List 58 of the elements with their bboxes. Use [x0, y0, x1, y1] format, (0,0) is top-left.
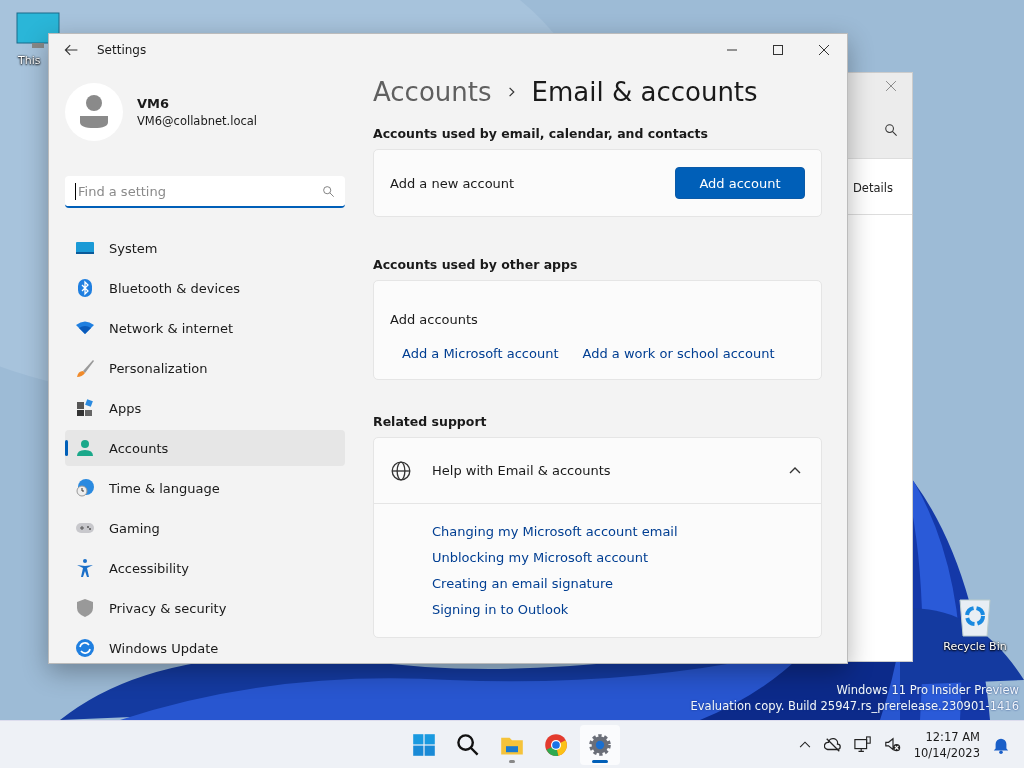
close-icon: [818, 44, 830, 56]
refresh-icon: [75, 638, 95, 658]
section-heading: Related support: [373, 414, 488, 429]
windows-logo-icon: [412, 733, 436, 757]
nav-item[interactable]: System: [65, 230, 345, 266]
globe-icon: [390, 459, 412, 482]
row-label: Add accounts: [390, 312, 478, 327]
nav-item[interactable]: Privacy & security: [65, 590, 345, 626]
apps-icon: [75, 398, 95, 418]
add-account-button[interactable]: Add account: [675, 167, 805, 199]
user-email: VM6@collabnet.local: [137, 114, 258, 128]
nav-item[interactable]: Accounts: [65, 430, 345, 466]
taskbar-button[interactable]: [580, 725, 620, 765]
nav-item[interactable]: Gaming: [65, 510, 345, 546]
help-link[interactable]: Changing my Microsoft account email: [432, 524, 821, 539]
desktop-icon-label: This: [18, 54, 41, 67]
search-icon: [322, 184, 335, 198]
section-heading: Accounts used by email, calendar, and contacts: [373, 126, 709, 141]
user-name: VM6: [137, 96, 171, 111]
nav-item[interactable]: Accessibility: [65, 550, 345, 586]
back-arrow-icon[interactable]: [63, 42, 79, 58]
section-heading: Accounts used by other apps: [373, 257, 579, 272]
person-icon: [75, 438, 95, 458]
nav-item[interactable]: Network & internet: [65, 310, 345, 346]
close-icon: [884, 79, 898, 93]
link[interactable]: Add a Microsoft account: [402, 345, 559, 361]
nav-item[interactable]: Windows Update: [65, 630, 345, 663]
nav-item[interactable]: Time & language: [65, 470, 345, 506]
link[interactable]: Add a work or school account: [582, 345, 775, 361]
help-link[interactable]: Unblocking my Microsoft account: [432, 550, 821, 565]
gear-icon: [588, 733, 612, 757]
network-icon[interactable]: [853, 735, 872, 754]
nav-item[interactable]: Apps: [65, 390, 345, 426]
speaker-muted-icon[interactable]: [883, 735, 902, 754]
breadcrumb-item[interactable]: Accounts: [373, 77, 492, 107]
search-icon: [884, 123, 898, 137]
breadcrumb-item: Email & accounts: [531, 77, 758, 107]
search-icon: [456, 733, 480, 757]
help-link[interactable]: Signing in to Outlook: [432, 602, 821, 617]
help-link[interactable]: Creating an email signature: [432, 576, 821, 591]
accessibility-icon: [75, 558, 95, 578]
browser-icon: [544, 733, 568, 757]
bluetooth-icon: [75, 278, 95, 298]
clock-date: 10/14/2023: [913, 744, 980, 761]
cloud-offline-icon[interactable]: [823, 735, 842, 754]
paintbrush-icon: [75, 358, 95, 378]
clock-time: 12:17 AM: [925, 728, 980, 745]
window-title: Settings: [97, 43, 148, 57]
nav-item[interactable]: Bluetooth & devices: [65, 270, 345, 306]
shield-icon: [75, 598, 95, 618]
expander-title: Help with Email & accounts: [432, 463, 611, 478]
desktop-icon-label: Recycle Bin: [943, 640, 1007, 653]
search-box[interactable]: Find a setting: [65, 176, 345, 208]
nav-item[interactable]: Personalization: [65, 350, 345, 386]
maximize-icon: [772, 44, 784, 56]
row-label: Add a new account: [390, 175, 515, 191]
recycle-bin-icon[interactable]: [957, 598, 993, 638]
globe-clock-icon: [75, 478, 95, 498]
